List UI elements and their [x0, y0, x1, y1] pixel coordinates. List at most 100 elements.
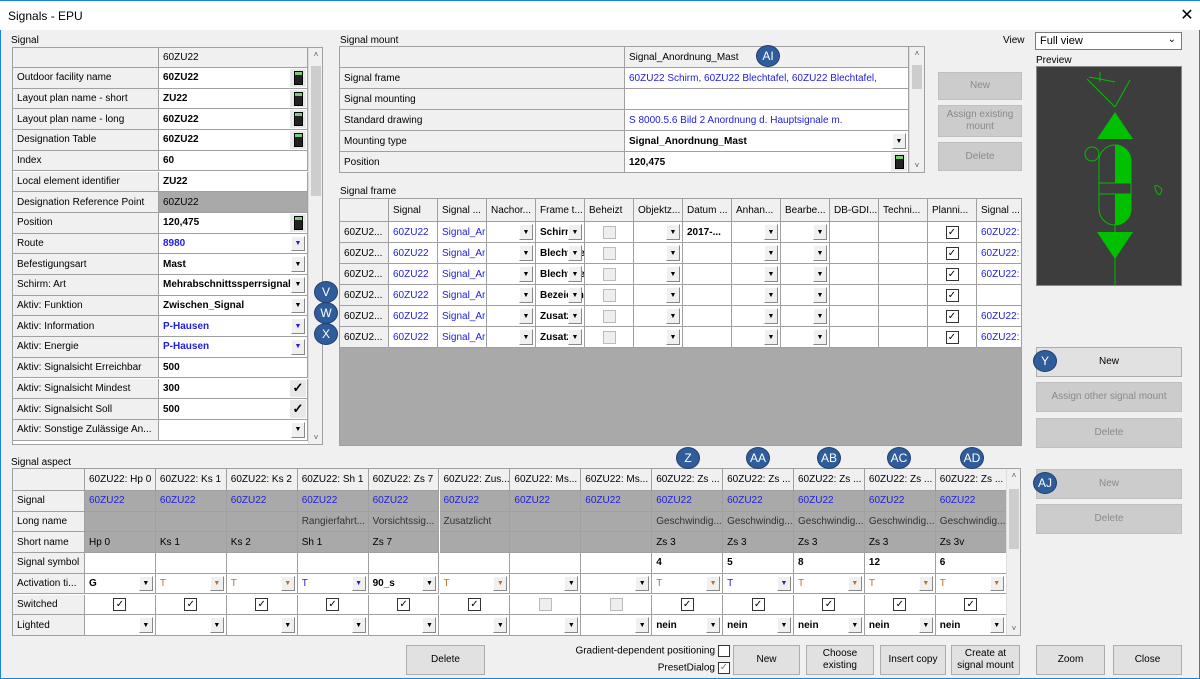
create-at-signal-mount-button[interactable]: Create at signal mount — [951, 645, 1020, 675]
switched-checkbox[interactable]: ✓ — [893, 597, 907, 611]
dropdown-arrow-icon[interactable]: ▼ — [764, 308, 778, 324]
aspect-lighted-cell[interactable]: ▼ — [85, 615, 156, 635]
scrollbar-thumb[interactable] — [311, 66, 321, 196]
row-header[interactable]: 60ZU2... — [340, 306, 389, 327]
scrollbar-thumb[interactable] — [1009, 489, 1019, 549]
planning-cell[interactable]: ✓ — [928, 306, 977, 327]
planning-checkbox[interactable]: ✓ — [945, 225, 959, 239]
column-header[interactable]: Signal ... — [438, 199, 487, 222]
date-cell[interactable] — [683, 264, 732, 285]
heated-checkbox[interactable] — [602, 267, 616, 281]
frame-cell[interactable]: ▼ — [487, 222, 536, 243]
property-value[interactable]: 8980 ▼ — [159, 233, 308, 255]
frame-type-cell[interactable]: Blechtafel ▼ — [536, 264, 585, 285]
dropdown-arrow-icon[interactable]: ▼ — [138, 617, 153, 633]
planning-checkbox[interactable]: ✓ — [945, 288, 959, 302]
dropdown-arrow-icon[interactable]: ▼ — [564, 617, 579, 633]
switched-checkbox[interactable]: ✓ — [964, 597, 978, 611]
aspect-switched-cell[interactable]: ✓ — [652, 594, 724, 616]
dropdown-arrow-icon[interactable]: ▼ — [666, 329, 680, 345]
dropdown-arrow-icon[interactable]: ▼ — [847, 575, 862, 592]
dropdown-arrow-icon[interactable]: ▼ — [209, 617, 224, 633]
property-value[interactable]: 60ZU22 — [159, 109, 308, 131]
frame-cell[interactable]: ▼ — [781, 222, 830, 243]
switched-checkbox[interactable]: ✓ — [326, 597, 340, 611]
aspect-activation-cell[interactable]: T ▼ — [652, 573, 724, 595]
frame-cell[interactable]: ▼ — [732, 264, 781, 285]
heated-checkbox[interactable] — [602, 288, 616, 302]
switched-checkbox[interactable]: ✓ — [113, 597, 127, 611]
aspect-switched-cell[interactable]: ✓ — [439, 594, 511, 616]
frame-cell[interactable]: ▼ — [732, 327, 781, 348]
frame-type-cell[interactable]: Blechtafel ▼ — [536, 243, 585, 264]
aspect-symbol-cell[interactable]: 6 — [935, 553, 1007, 574]
aspect-symbol-cell[interactable] — [581, 553, 653, 574]
aspect-switched-cell[interactable]: ✓ — [723, 594, 794, 616]
dropdown-arrow-icon[interactable]: ▼ — [422, 575, 437, 592]
property-value[interactable]: Zwischen_Signal ▼ — [159, 295, 308, 317]
frame-cell[interactable] — [830, 306, 879, 327]
dropdown-arrow-icon[interactable]: ▼ — [666, 287, 680, 303]
close-icon[interactable]: ✕ — [1178, 5, 1196, 25]
switched-checkbox[interactable]: ✓ — [255, 597, 269, 611]
aspect-switched-cell[interactable]: ✓ — [155, 594, 227, 616]
heated-cell[interactable] — [585, 327, 634, 348]
frame-cell[interactable]: ▼ — [634, 264, 683, 285]
frame-cell[interactable]: ▼ — [634, 222, 683, 243]
signal-ref-cell[interactable]: 60ZU22: — [977, 306, 1021, 327]
dropdown-arrow-icon[interactable]: ▼ — [422, 617, 437, 633]
frame-mount-cell[interactable]: Signal_Ar — [438, 285, 487, 306]
heated-cell[interactable] — [585, 306, 634, 327]
dropdown-arrow-icon[interactable]: ▼ — [666, 245, 680, 261]
property-value[interactable]: Signal_Anordnung_Mast ▼ — [625, 131, 909, 152]
dropdown-arrow-icon[interactable]: ▼ — [568, 245, 582, 261]
aspect-switched-cell[interactable]: ✓ — [368, 594, 440, 616]
property-value[interactable]: P-Hausen ▼ — [159, 316, 308, 338]
frame-cell[interactable]: ▼ — [732, 306, 781, 327]
aspect-activation-cell[interactable]: T ▼ — [864, 573, 936, 595]
dropdown-arrow-icon[interactable]: ▼ — [291, 297, 305, 314]
aspect-activation-cell[interactable]: T ▼ — [794, 573, 865, 595]
dropdown-arrow-icon[interactable]: ▼ — [989, 617, 1004, 633]
frame-type-cell[interactable]: Zusatz ▼ — [536, 306, 585, 327]
row-header[interactable]: 60ZU2... — [340, 222, 389, 243]
aspect-symbol-cell[interactable]: 12 — [864, 553, 936, 574]
dropdown-arrow-icon[interactable]: ▼ — [764, 224, 778, 240]
frame-cell[interactable]: ▼ — [781, 243, 830, 264]
aspect-switched-cell[interactable]: ✓ — [794, 594, 865, 616]
aspect-column-header[interactable]: 60ZU22: Sh 1 — [297, 469, 369, 491]
aspect-column-header[interactable]: 60ZU22: Zs ... — [723, 469, 794, 491]
aspect-column-header[interactable]: 60ZU22: Zus... — [439, 469, 511, 491]
column-header[interactable]: Signal — [389, 199, 438, 222]
aspect-symbol-cell[interactable] — [226, 553, 298, 574]
signal-ref-cell[interactable] — [977, 285, 1021, 306]
switched-checkbox[interactable]: ✓ — [184, 597, 198, 611]
aspect-symbol-cell[interactable] — [510, 553, 582, 574]
column-header[interactable] — [340, 199, 389, 222]
property-value[interactable]: ZU22 — [159, 171, 308, 193]
frame-signal-cell[interactable]: 60ZU22 — [389, 264, 438, 285]
calculator-icon[interactable] — [290, 131, 306, 149]
property-value[interactable]: 300 ✓ — [159, 378, 308, 400]
row-header[interactable]: 60ZU2... — [340, 243, 389, 264]
dropdown-arrow-icon[interactable]: ▼ — [764, 266, 778, 282]
aspect-switched-cell[interactable]: ✓ — [935, 594, 1007, 616]
assign-other-signal-mount-button[interactable]: Assign other signal mount — [1036, 382, 1182, 412]
property-value[interactable]: 60ZU22 — [159, 68, 308, 89]
date-cell[interactable] — [683, 306, 732, 327]
frame-cell[interactable]: ▼ — [487, 264, 536, 285]
dropdown-arrow-icon[interactable]: ▼ — [568, 308, 582, 324]
preset-checkbox[interactable]: ✓ — [718, 662, 730, 674]
row-header[interactable]: 60ZU2... — [340, 327, 389, 348]
column-header[interactable]: Bearbe... — [781, 199, 830, 222]
frame-cell[interactable] — [879, 327, 928, 348]
dropdown-arrow-icon[interactable]: ▼ — [813, 224, 827, 240]
aspect-symbol-cell[interactable]: 5 — [723, 553, 794, 574]
aspect-activation-cell[interactable]: ▼ — [510, 573, 582, 595]
dropdown-arrow-icon[interactable]: ▼ — [519, 245, 533, 261]
scroll-down-icon[interactable]: ˅ — [1007, 624, 1020, 633]
frame-cell[interactable]: ▼ — [781, 285, 830, 306]
dropdown-arrow-icon[interactable]: ▼ — [706, 575, 721, 592]
frame-cell[interactable]: ▼ — [732, 243, 781, 264]
frame-cell[interactable]: ▼ — [781, 264, 830, 285]
